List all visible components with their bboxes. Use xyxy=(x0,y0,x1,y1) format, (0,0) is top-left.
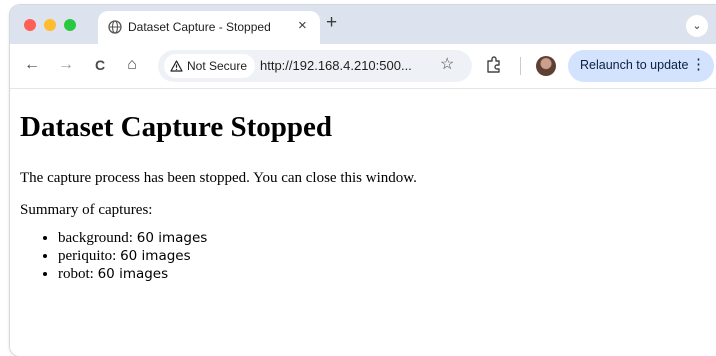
tab-close-icon[interactable]: × xyxy=(298,17,307,35)
tab-dataset-capture[interactable]: Dataset Capture - Stopped × xyxy=(98,11,320,44)
new-tab-button[interactable]: + xyxy=(326,13,337,33)
page-title: Dataset Capture Stopped xyxy=(20,111,333,143)
profile-avatar[interactable] xyxy=(536,56,556,76)
summary-label: Summary of captures: xyxy=(20,202,153,218)
zoom-window-button[interactable] xyxy=(64,19,76,31)
minimize-window-button[interactable] xyxy=(44,19,56,31)
tab-search-button[interactable]: ⌄ xyxy=(686,15,708,37)
url-text[interactable]: http://192.168.4.210:500... xyxy=(260,58,412,73)
close-window-button[interactable] xyxy=(24,19,36,31)
capture-count: 60 images xyxy=(97,266,169,282)
kebab-menu-icon[interactable]: ⋮ xyxy=(691,56,706,74)
captures-list: background: 60 images periquito: 60 imag… xyxy=(20,229,207,283)
capture-label: robot: xyxy=(58,266,94,282)
capture-label: background: xyxy=(58,230,133,246)
back-button[interactable]: ← xyxy=(22,55,42,75)
capture-label: periquito: xyxy=(58,248,117,264)
address-bar[interactable]: Not Secure http://192.168.4.210:500... ☆ xyxy=(158,50,472,82)
relaunch-to-update-button[interactable]: Relaunch to update ⋮ xyxy=(568,50,714,82)
home-button[interactable]: ⌂ xyxy=(122,55,142,75)
tab-title: Dataset Capture - Stopped xyxy=(128,20,271,34)
relaunch-label: Relaunch to update xyxy=(580,58,689,72)
security-label: Not Secure xyxy=(187,59,248,73)
globe-icon xyxy=(108,20,122,34)
site-info-chip[interactable]: Not Secure xyxy=(164,54,256,78)
toolbar-divider xyxy=(520,57,521,75)
capture-count: 60 images xyxy=(136,230,208,246)
bookmark-star-icon[interactable]: ☆ xyxy=(440,55,454,75)
list-item: periquito: 60 images xyxy=(58,247,207,265)
tab-strip: Dataset Capture - Stopped × + ⌄ xyxy=(10,5,716,44)
warning-icon xyxy=(170,60,183,72)
toolbar: ← → C ⌂ Not Secure http://192.168.4.210:… xyxy=(10,44,716,89)
capture-count: 60 images xyxy=(120,248,191,264)
browser-window: Dataset Capture - Stopped × + ⌄ ← → C ⌂ … xyxy=(10,5,716,356)
reload-button[interactable]: C xyxy=(90,55,110,75)
page-content: Dataset Capture Stopped The capture proc… xyxy=(10,89,716,356)
extensions-puzzle-icon[interactable] xyxy=(486,56,502,79)
forward-button[interactable]: → xyxy=(56,55,76,75)
status-message: The capture process has been stopped. Yo… xyxy=(20,170,417,186)
list-item: background: 60 images xyxy=(58,229,207,247)
list-item: robot: 60 images xyxy=(58,265,207,283)
